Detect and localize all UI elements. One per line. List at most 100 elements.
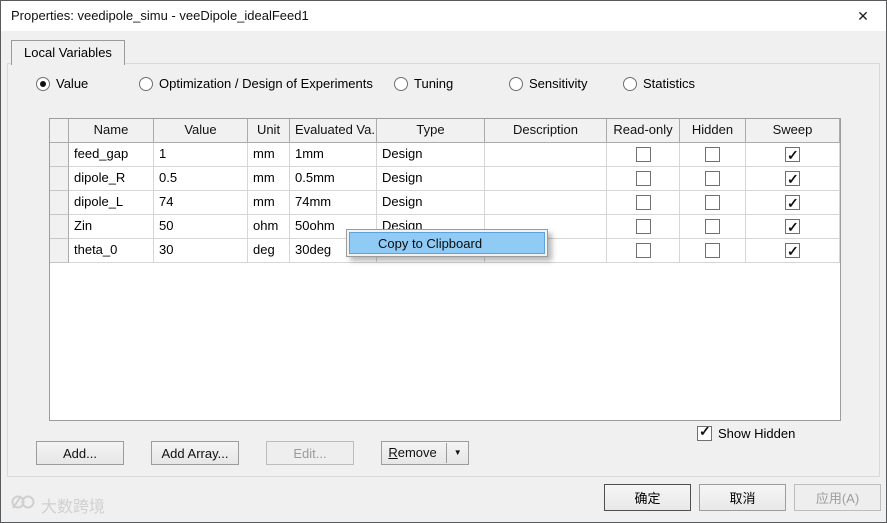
hidden-checkbox[interactable] (705, 195, 720, 210)
cell-unit[interactable]: mm (248, 191, 290, 215)
hidden-checkbox[interactable] (705, 171, 720, 186)
cell-readonly[interactable] (607, 167, 680, 191)
cell-sweep[interactable] (746, 143, 840, 167)
header-description[interactable]: Description (485, 119, 607, 143)
header-hidden[interactable]: Hidden (680, 119, 746, 143)
row-selector[interactable] (50, 191, 69, 215)
header-type[interactable]: Type (377, 119, 485, 143)
header-value[interactable]: Value (154, 119, 248, 143)
cell-type[interactable]: Design (377, 167, 485, 191)
ok-button[interactable]: 确定 (604, 484, 691, 511)
row-selector[interactable] (50, 239, 69, 263)
row-selector[interactable] (50, 143, 69, 167)
cell-hidden[interactable] (680, 215, 746, 239)
cell-sweep[interactable] (746, 167, 840, 191)
row-selector[interactable] (50, 215, 69, 239)
cell-readonly[interactable] (607, 191, 680, 215)
cell-name[interactable]: dipole_L (69, 191, 154, 215)
sweep-checkbox[interactable] (785, 216, 800, 238)
radio-statistics[interactable]: Statistics (623, 76, 695, 91)
header-name[interactable]: Name (69, 119, 154, 143)
cell-unit[interactable]: mm (248, 143, 290, 167)
cell-value[interactable]: 50 (154, 215, 248, 239)
cell-value[interactable]: 0.5 (154, 167, 248, 191)
cell-sweep[interactable] (746, 215, 840, 239)
header-evaluated[interactable]: Evaluated Va... (290, 119, 377, 143)
close-icon[interactable]: ✕ (840, 1, 886, 31)
readonly-checkbox[interactable] (635, 243, 651, 258)
cell-readonly[interactable] (607, 239, 680, 263)
sweep-checkbox[interactable] (785, 144, 800, 166)
apply-button: 应用(A) (794, 484, 881, 511)
readonly-checkbox[interactable] (635, 171, 651, 186)
cell-hidden[interactable] (680, 167, 746, 191)
radio-value-icon[interactable] (36, 76, 50, 91)
radio-sensitivity-label: Sensitivity (529, 76, 588, 91)
header-sweep[interactable]: Sweep (746, 119, 840, 143)
cell-name[interactable]: Zin (69, 215, 154, 239)
cancel-button[interactable]: 取消 (699, 484, 786, 511)
show-hidden-label: Show Hidden (718, 426, 796, 441)
radio-optimization[interactable]: Optimization / Design of Experiments (139, 76, 373, 91)
cell-type[interactable]: Design (377, 143, 485, 167)
cell-type[interactable]: Design (377, 191, 485, 215)
readonly-checkbox[interactable] (635, 219, 651, 234)
row-selector[interactable] (50, 167, 69, 191)
tab-local-variables[interactable]: Local Variables (11, 40, 125, 65)
radio-value[interactable]: Value (36, 76, 88, 91)
hidden-checkbox[interactable] (705, 243, 720, 258)
cell-description[interactable] (485, 167, 607, 191)
add-array-button[interactable]: Add Array... (151, 441, 239, 465)
cell-value[interactable]: 30 (154, 239, 248, 263)
header-selector[interactable] (50, 119, 69, 143)
cell-hidden[interactable] (680, 239, 746, 263)
watermark-text: 大数跨境 (41, 498, 106, 516)
cell-evaluated[interactable]: 1mm (290, 143, 377, 167)
table-header-row: Name Value Unit Evaluated Va... Type Des… (50, 119, 840, 143)
show-hidden-checkbox[interactable] (697, 423, 712, 441)
remove-button[interactable]: Remove ▼ (381, 441, 469, 465)
cell-hidden[interactable] (680, 191, 746, 215)
table-row: feed_gap 1 mm 1mm Design (50, 143, 840, 167)
readonly-checkbox[interactable] (635, 195, 651, 210)
menu-item-copy-to-clipboard[interactable]: Copy to Clipboard (349, 232, 545, 254)
hidden-checkbox[interactable] (705, 147, 720, 162)
header-unit[interactable]: Unit (248, 119, 290, 143)
cell-sweep[interactable] (746, 239, 840, 263)
cell-value[interactable]: 74 (154, 191, 248, 215)
remove-accel: R (388, 445, 398, 460)
radio-sensitivity[interactable]: Sensitivity (509, 76, 588, 91)
add-button[interactable]: Add... (36, 441, 124, 465)
sweep-checkbox[interactable] (785, 168, 800, 190)
cell-evaluated[interactable]: 74mm (290, 191, 377, 215)
cell-hidden[interactable] (680, 143, 746, 167)
remove-dropdown-icon[interactable]: ▼ (445, 443, 462, 463)
cell-readonly[interactable] (607, 215, 680, 239)
radio-sensitivity-icon[interactable] (509, 76, 523, 91)
cell-name[interactable]: dipole_R (69, 167, 154, 191)
cell-value[interactable]: 1 (154, 143, 248, 167)
hidden-checkbox[interactable] (705, 219, 720, 234)
readonly-checkbox[interactable] (635, 147, 651, 162)
cell-name[interactable]: theta_0 (69, 239, 154, 263)
sweep-checkbox[interactable] (785, 240, 800, 262)
radio-tuning-icon[interactable] (394, 76, 408, 91)
table-row: dipole_L 74 mm 74mm Design (50, 191, 840, 215)
cell-sweep[interactable] (746, 191, 840, 215)
title-bar[interactable]: Properties: veedipole_simu - veeDipole_i… (1, 1, 886, 31)
cell-description[interactable] (485, 191, 607, 215)
context-menu: Copy to Clipboard (346, 229, 548, 257)
cell-unit[interactable]: ohm (248, 215, 290, 239)
sweep-checkbox[interactable] (785, 192, 800, 214)
cell-description[interactable] (485, 143, 607, 167)
radio-tuning[interactable]: Tuning (394, 76, 453, 91)
cell-unit[interactable]: deg (248, 239, 290, 263)
cell-evaluated[interactable]: 0.5mm (290, 167, 377, 191)
header-readonly[interactable]: Read-only (607, 119, 680, 143)
show-hidden-checkbox-row[interactable]: Show Hidden (697, 423, 796, 441)
radio-statistics-icon[interactable] (623, 76, 637, 91)
radio-optimization-icon[interactable] (139, 76, 153, 91)
cell-name[interactable]: feed_gap (69, 143, 154, 167)
cell-unit[interactable]: mm (248, 167, 290, 191)
cell-readonly[interactable] (607, 143, 680, 167)
